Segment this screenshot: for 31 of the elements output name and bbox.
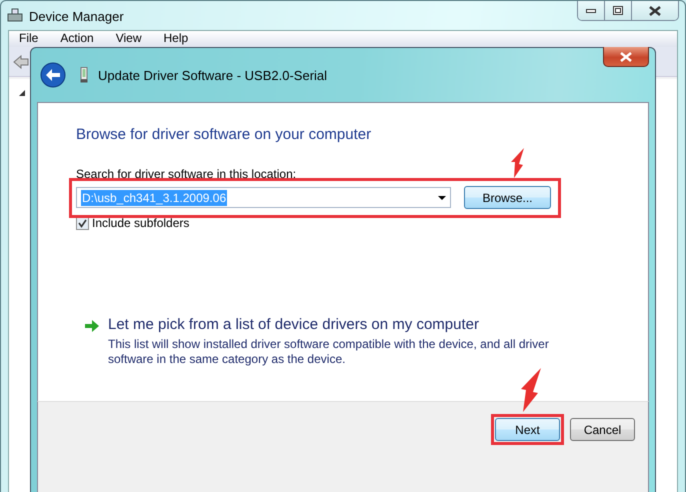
dialog-heading: Browse for driver software on your computer <box>76 126 372 144</box>
minimize-icon <box>586 8 596 12</box>
arrow-right-icon <box>85 320 99 332</box>
menu-item[interactable]: View <box>116 31 142 45</box>
checkbox-label: Include subfolders <box>92 216 190 230</box>
maximize-icon <box>613 6 623 15</box>
dialog-button[interactable]: Cancel <box>570 418 635 442</box>
driver-list-link[interactable]: Let me pick from a list of device drivers on my computer <box>108 316 568 334</box>
back-arrow-icon[interactable] <box>13 54 29 68</box>
field-label: Search for driver software in this location: <box>76 167 298 182</box>
window-title: Device Manager <box>29 8 124 24</box>
close-button[interactable] <box>603 47 649 67</box>
close-icon <box>649 6 661 16</box>
expand-icon[interactable] <box>19 90 25 96</box>
link-description: This list will show installed driver software compatible with the device, and all driver software in the same category as the device. <box>108 337 550 368</box>
maximize-button[interactable] <box>605 1 632 20</box>
menu-item[interactable]: File <box>19 31 38 45</box>
back-button[interactable] <box>40 62 66 88</box>
close-icon <box>620 52 632 62</box>
usb-device-icon <box>80 67 88 84</box>
pointer-arrow-icon <box>511 148 525 178</box>
close-button[interactable] <box>632 1 678 20</box>
dropdown-arrow-icon[interactable] <box>438 196 446 200</box>
dialog-button[interactable]: Next <box>495 418 560 442</box>
minimize-button[interactable] <box>578 1 605 20</box>
menu-item[interactable]: Help <box>164 31 188 45</box>
menu-item[interactable]: Action <box>60 31 94 45</box>
browse-button[interactable]: Browse... <box>464 186 551 210</box>
dialog-title: Update Driver Software - USB2.0-Serial <box>98 68 328 83</box>
computer-icon <box>7 8 23 24</box>
pointer-arrow-icon <box>521 368 541 412</box>
